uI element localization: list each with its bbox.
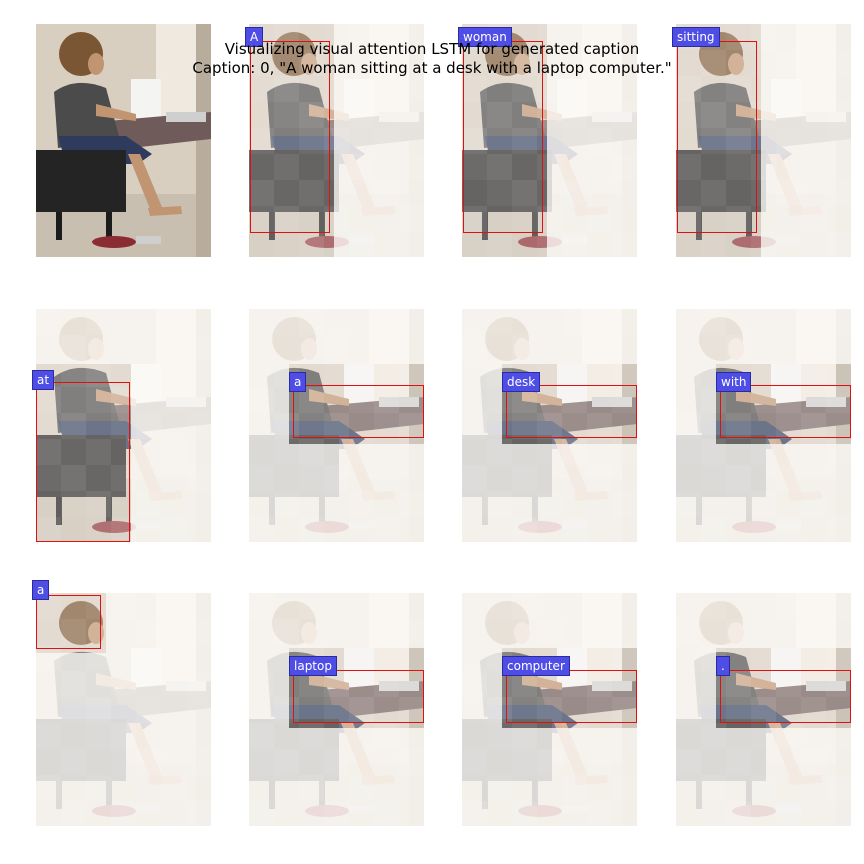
attention-box — [506, 385, 637, 438]
word-label: laptop — [289, 656, 337, 676]
attention-box — [506, 670, 637, 723]
attention-cell-8 — [36, 593, 211, 826]
word-label: at — [32, 370, 55, 390]
word-label: . — [716, 656, 730, 676]
word-label: a — [32, 580, 50, 600]
word-label: with — [716, 372, 752, 392]
attention-cell-6 — [462, 309, 637, 542]
figure-canvas: { "title": "Visualizing visual attention… — [0, 0, 864, 864]
attention-cell-10 — [462, 593, 637, 826]
attention-box — [293, 670, 424, 723]
attention-box — [36, 382, 130, 542]
attention-cell-11 — [676, 593, 851, 826]
word-label: a — [289, 372, 307, 392]
attention-box — [720, 670, 851, 723]
figure-caption: Caption: 0, "A woman sitting at a desk w… — [192, 59, 672, 77]
word-label: computer — [502, 656, 570, 676]
attention-box — [36, 595, 101, 649]
attention-cell-7 — [676, 309, 851, 542]
attention-cell-4 — [36, 309, 211, 542]
attention-box — [720, 385, 851, 438]
figure-title-block: Visualizing visual attention LSTM for ge… — [0, 40, 864, 78]
figure-title: Visualizing visual attention LSTM for ge… — [224, 40, 640, 58]
attention-box — [293, 385, 424, 438]
word-label: desk — [502, 372, 541, 392]
attention-cell-9 — [249, 593, 424, 826]
attention-cell-5 — [249, 309, 424, 542]
